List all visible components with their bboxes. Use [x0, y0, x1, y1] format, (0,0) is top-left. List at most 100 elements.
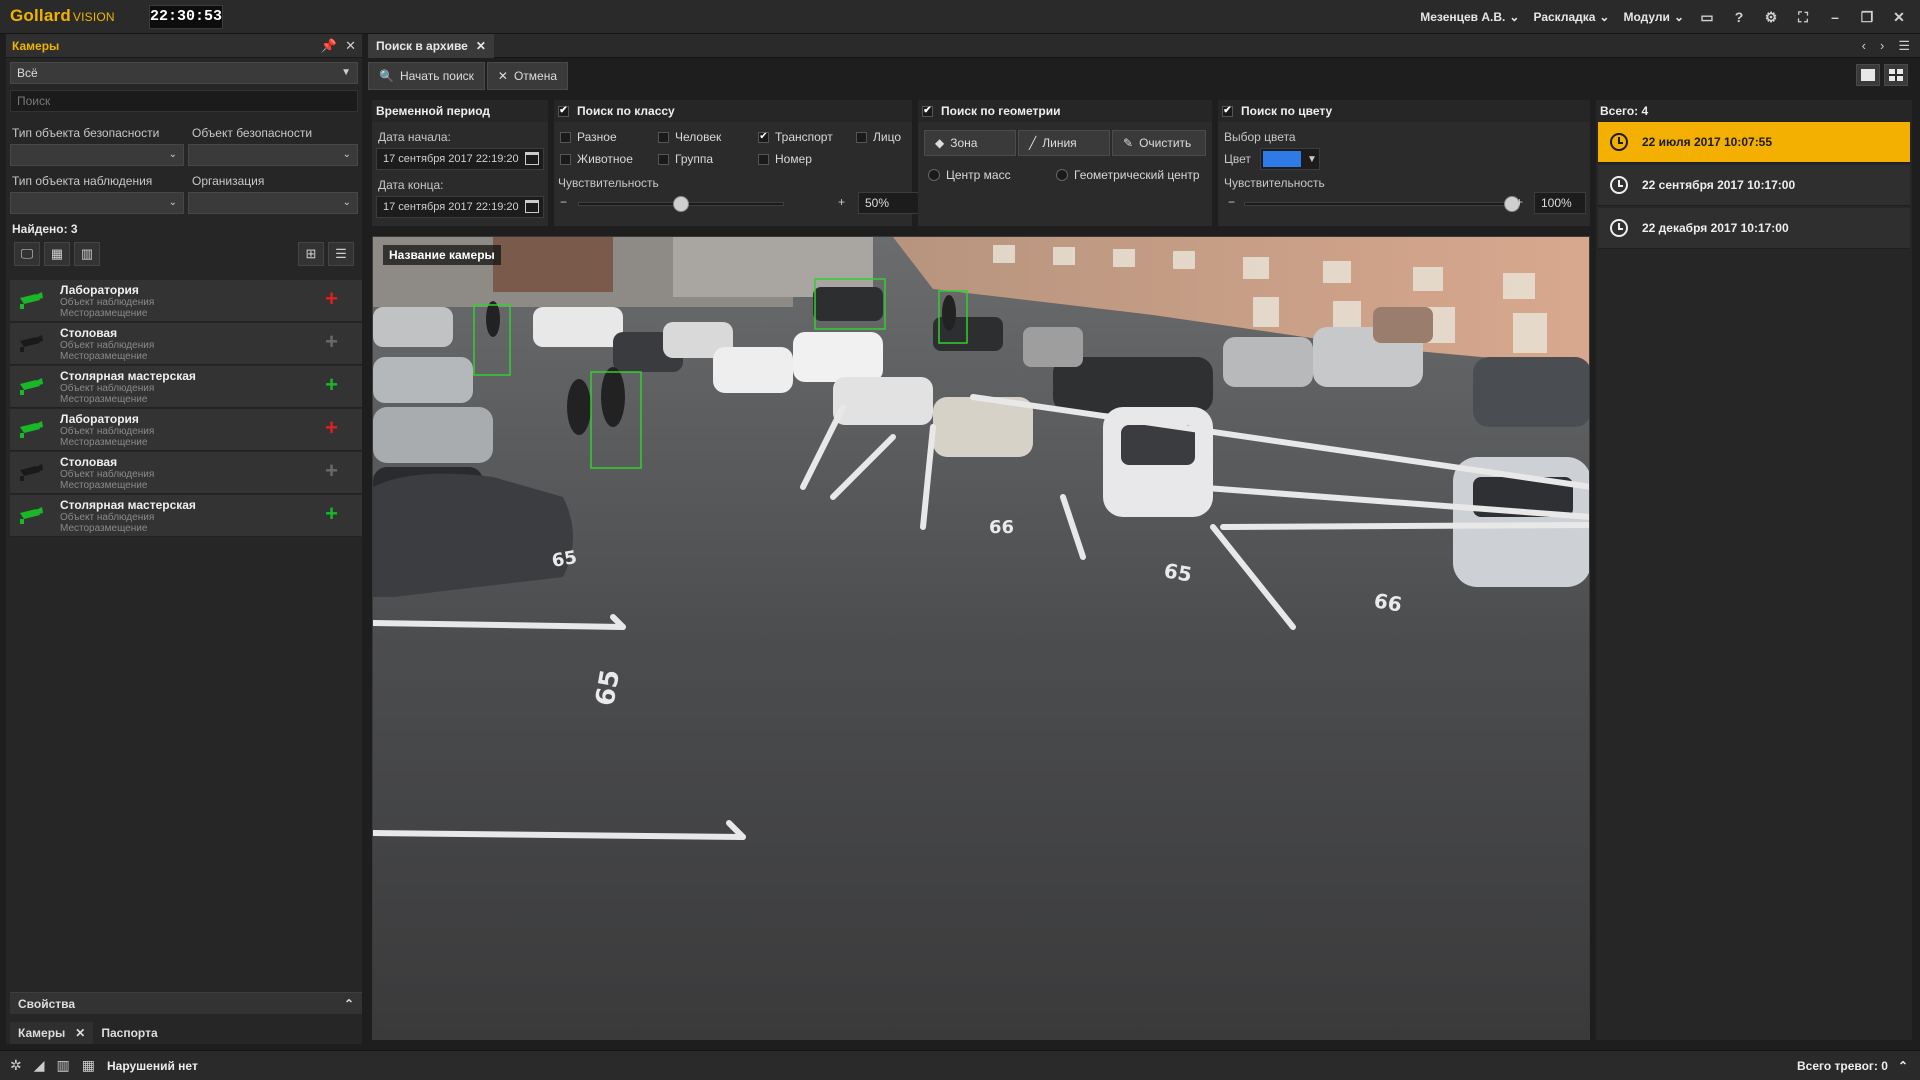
menu-icon[interactable]: ☰ — [1898, 38, 1910, 54]
class-number-option[interactable]: Номер — [758, 152, 812, 166]
slider-minus[interactable]: − — [560, 195, 567, 209]
add-camera-icon[interactable]: + — [325, 374, 338, 396]
security-object-select[interactable]: ⌄ — [188, 144, 358, 166]
color-search-checkbox[interactable]: ✔ — [1222, 105, 1233, 117]
gear-icon[interactable]: ⚙ — [1762, 8, 1780, 26]
geo-center-option[interactable]: Геометрический центр — [1056, 168, 1200, 182]
close-icon[interactable]: ✕ — [1890, 8, 1908, 26]
camera-search-input[interactable]: Поиск — [10, 90, 358, 112]
chevron-left-icon[interactable]: ‹ — [1862, 38, 1866, 54]
calendar-icon[interactable] — [525, 152, 539, 165]
window-icon[interactable]: ▭ — [1698, 8, 1716, 26]
checkbox[interactable] — [658, 131, 669, 143]
tab-archive-search[interactable]: Поиск в архиве ✕ — [368, 34, 494, 58]
close-icon[interactable]: ✕ — [476, 39, 486, 53]
expand-list-icon[interactable]: ⊞ — [298, 242, 324, 266]
organization-select[interactable]: ⌄ — [188, 192, 358, 214]
camera-name: Лаборатория — [60, 283, 139, 297]
map-icon[interactable]: ▥ — [74, 242, 100, 266]
radio[interactable] — [928, 169, 940, 181]
add-camera-icon[interactable]: + — [325, 331, 338, 353]
chevron-down-icon: ⌄ — [168, 197, 177, 208]
radio[interactable] — [1056, 169, 1068, 181]
chevron-right-icon[interactable]: › — [1880, 38, 1884, 54]
color-sensitivity-value[interactable]: 100% — [1534, 192, 1586, 214]
checkbox[interactable] — [560, 153, 571, 165]
user-menu[interactable]: Мезенцев А.В. ⌄ — [1420, 10, 1519, 24]
class-animal-label: Животное — [577, 152, 633, 166]
checkbox[interactable] — [658, 153, 669, 165]
class-person-option[interactable]: Человек — [658, 130, 721, 144]
close-icon[interactable]: ✕ — [75, 1026, 85, 1040]
security-type-select[interactable]: ⌄ — [10, 144, 184, 166]
start-date-field[interactable]: 17 сентября 2017 22:19:20 — [376, 148, 544, 170]
slider-plus[interactable]: + — [1516, 195, 1523, 209]
camera-list-item[interactable]: Столярная мастерская Объект наблюдения М… — [10, 495, 362, 537]
camera-list-item[interactable]: Лаборатория Объект наблюдения Месторазме… — [10, 409, 362, 451]
camera-name: Столярная мастерская — [60, 369, 196, 383]
start-search-button[interactable]: 🔍 Начать поиск — [368, 62, 485, 90]
class-face-option[interactable]: Лицо — [856, 130, 901, 144]
class-transport-option[interactable]: ✔ Транспорт — [758, 130, 833, 144]
class-animal-option[interactable]: Животное — [560, 152, 633, 166]
single-view-icon[interactable] — [1856, 64, 1880, 86]
grid-icon[interactable]: ▦ — [44, 242, 70, 266]
layout-menu[interactable]: Раскладка ⌄ — [1533, 10, 1609, 24]
grid-view-icon[interactable] — [1884, 64, 1908, 86]
monitor-icon[interactable]: 🖵 — [14, 242, 40, 266]
result-item[interactable]: 22 июля 2017 10:07:55 — [1598, 122, 1910, 163]
observation-type-select[interactable]: ⌄ — [10, 192, 184, 214]
class-misc-option[interactable]: Разное — [560, 130, 617, 144]
tab-cameras[interactable]: Камеры ✕ — [10, 1022, 94, 1044]
slider-minus[interactable]: − — [1228, 195, 1235, 209]
camera-filter-select[interactable]: Всё ▼ — [10, 62, 358, 84]
class-sensitivity-value[interactable]: 50% — [858, 192, 922, 214]
time-period-panel: Временной период Дата начала: 17 сентябр… — [372, 100, 548, 226]
add-camera-icon[interactable]: + — [325, 460, 338, 482]
fullscreen-icon[interactable]: ⛶ — [1794, 8, 1812, 26]
restore-icon[interactable]: ❐ — [1858, 8, 1876, 26]
camera-list-item[interactable]: Столовая Объект наблюдения Месторазмещен… — [10, 323, 362, 365]
end-date-field[interactable]: 17 сентября 2017 22:19:20 — [376, 196, 544, 218]
camera-list-item[interactable]: Лаборатория Объект наблюдения Месторазме… — [10, 280, 362, 322]
add-camera-icon[interactable]: + — [325, 288, 338, 310]
chevron-up-icon[interactable]: ⌃ — [1898, 1059, 1908, 1073]
collapse-list-icon[interactable]: ☰ — [328, 242, 354, 266]
tab-passports[interactable]: Паспорта — [93, 1022, 165, 1044]
checkbox[interactable]: ✔ — [758, 131, 769, 143]
mass-center-option[interactable]: Центр масс — [928, 168, 1011, 182]
clear-button[interactable]: ✎ Очистить — [1112, 130, 1206, 156]
class-sensitivity-knob[interactable] — [673, 196, 689, 212]
camera-list-item[interactable]: Столярная мастерская Объект наблюдения М… — [10, 366, 362, 408]
add-camera-icon[interactable]: + — [325, 417, 338, 439]
line-button[interactable]: ╱ Линия — [1018, 130, 1110, 156]
color-picker[interactable]: ▼ — [1260, 148, 1320, 170]
help-icon[interactable]: ? — [1730, 8, 1748, 26]
result-item[interactable]: 22 сентября 2017 10:17:00 — [1598, 165, 1910, 206]
color-sensitivity-slider[interactable] — [1244, 202, 1512, 206]
modules-menu[interactable]: Модули ⌄ — [1623, 10, 1684, 24]
calendar-icon[interactable] — [525, 200, 539, 213]
pin-icon[interactable]: 📌 — [321, 38, 337, 54]
slider-plus[interactable]: + — [838, 195, 845, 209]
camera-video-frame[interactable]: 66 65 65 65 66 Название камеры — [372, 236, 1590, 1040]
zone-button[interactable]: ◆ Зона — [924, 130, 1016, 156]
class-search-checkbox[interactable]: ✔ — [558, 105, 569, 117]
checkbox[interactable] — [856, 131, 867, 143]
camera-icon[interactable]: ◢ — [34, 1057, 45, 1074]
camera-list-item[interactable]: Столовая Объект наблюдения Месторазмещен… — [10, 452, 362, 494]
geometry-search-checkbox[interactable]: ✔ — [922, 105, 933, 117]
grid-icon[interactable]: ▦ — [82, 1057, 95, 1074]
checkbox[interactable] — [560, 131, 571, 143]
add-camera-icon[interactable]: + — [325, 503, 338, 525]
result-item[interactable]: 22 декабря 2017 10:17:00 — [1598, 208, 1910, 249]
map-icon[interactable]: ▥ — [57, 1057, 70, 1074]
cancel-button[interactable]: ✕ Отмена — [486, 62, 569, 90]
checkbox[interactable] — [758, 153, 769, 165]
sun-icon[interactable]: ✲ — [10, 1057, 22, 1074]
properties-bar[interactable]: Свойства ⌃ — [10, 992, 362, 1014]
minimize-icon[interactable]: – — [1826, 8, 1844, 26]
close-icon[interactable]: ✕ — [345, 38, 356, 54]
class-group-option[interactable]: Группа — [658, 152, 713, 166]
camera-icon — [20, 335, 43, 352]
